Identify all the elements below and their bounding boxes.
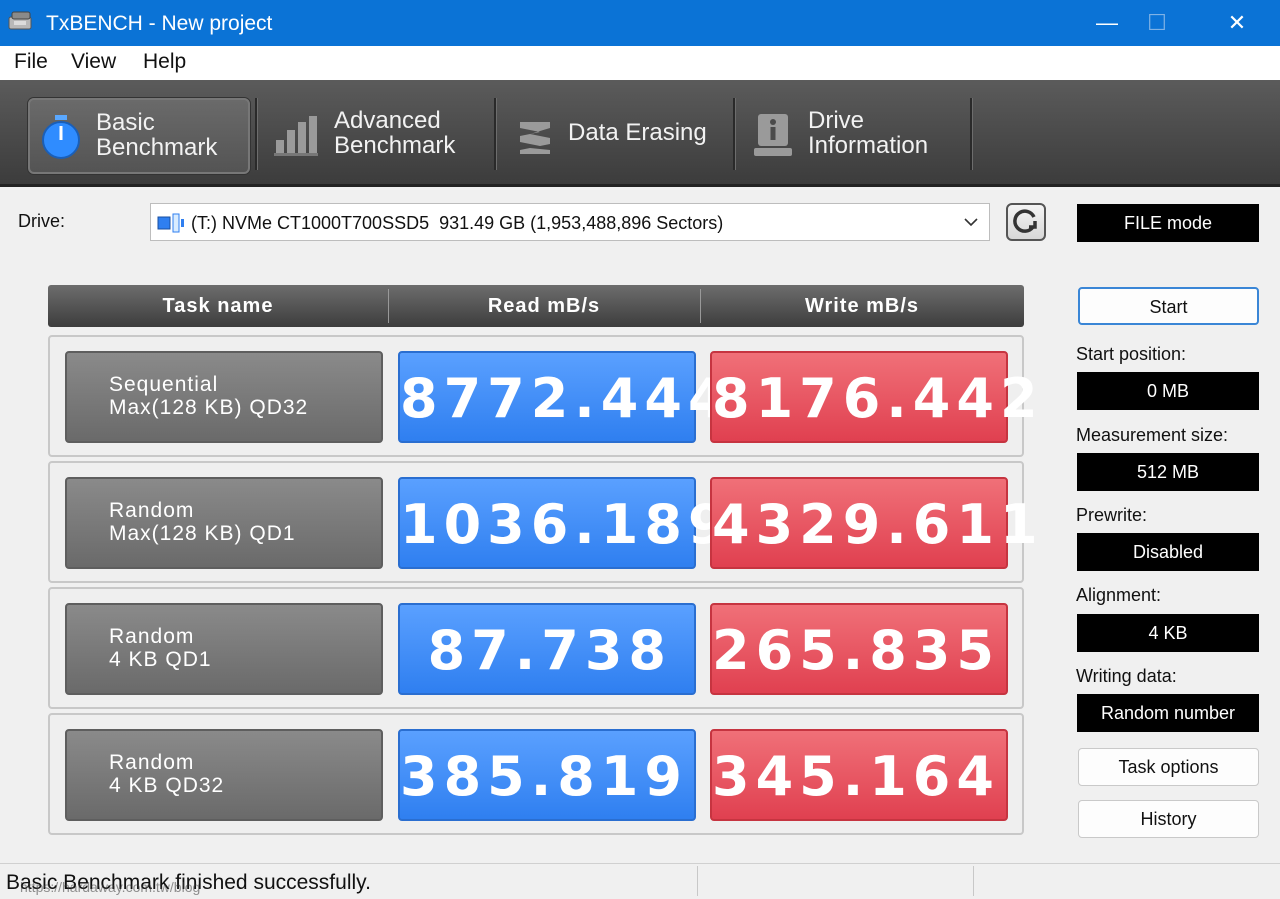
header-write: Write mB/s: [804, 295, 920, 317]
write-result: 8176.442: [710, 351, 1038, 443]
write-result: 265.835: [710, 603, 1008, 695]
menu-file[interactable]: File: [14, 50, 48, 74]
menu-help[interactable]: Help: [143, 50, 186, 74]
tab-basic-benchmark-label: Basic Benchmark: [96, 109, 218, 161]
table-row: Random 4 KB QD1 87.738 265.835: [48, 587, 1024, 709]
writing-data-label: Writing data:: [1076, 666, 1177, 686]
menu-view[interactable]: View: [71, 50, 116, 74]
status-separator: [973, 866, 974, 896]
tab-drive-information-label: Drive Information: [808, 107, 929, 159]
start-button[interactable]: Start: [1078, 287, 1259, 325]
toolbar-separator: [970, 98, 973, 170]
start-position-value[interactable]: 0 MB: [1077, 372, 1259, 410]
toolbar-separator: [494, 98, 497, 170]
drive-label: Drive:: [18, 211, 66, 231]
writing-data-value[interactable]: Random number: [1077, 694, 1259, 732]
tab-basic-benchmark[interactable]: Basic Benchmark: [28, 98, 250, 174]
chevron-down-icon: [964, 218, 978, 227]
alignment-label: Alignment:: [1076, 585, 1162, 605]
task-button-random-4k-qd1[interactable]: Random 4 KB QD1: [65, 603, 383, 695]
read-result: 1036.189: [398, 477, 726, 569]
table-row: Random 4 KB QD32 385.819 345.164: [48, 713, 1024, 835]
toolbar-separator: [733, 98, 736, 170]
drive-select-value: (T:) NVMe CT1000T700SSD5 931.49 GB (1,95…: [191, 213, 724, 233]
task-label: Random Max(128 KB) QD1: [109, 499, 296, 545]
table-row: Sequential Max(128 KB) QD32 8772.444 817…: [48, 335, 1038, 457]
watermark-text: https://hardaway.com.tw/blog: [20, 879, 201, 895]
measurement-size-value[interactable]: 512 MB: [1077, 453, 1259, 491]
header-read: Read mB/s: [487, 295, 601, 317]
stopwatch-icon: [42, 115, 80, 159]
prewrite-label: Prewrite:: [1076, 505, 1148, 525]
close-button[interactable]: ✕: [1202, 0, 1272, 46]
start-position-label: Start position:: [1076, 344, 1187, 364]
tab-advanced-benchmark[interactable]: Advanced Benchmark: [262, 98, 492, 170]
main-panel: Drive: (T:) NVMe CT1000T700SSD5 931.49 G…: [0, 187, 1280, 863]
window-title: TxBENCH - New project: [46, 12, 273, 35]
tab-drive-information[interactable]: Drive Information: [740, 98, 968, 170]
task-options-button[interactable]: Task options: [1078, 748, 1259, 786]
toolbar-separator: [255, 98, 258, 170]
header-task-name: Task name: [162, 295, 274, 317]
tab-data-erasing-label: Data Erasing: [568, 119, 707, 146]
task-button-sequential-qd32[interactable]: Sequential Max(128 KB) QD32: [65, 351, 383, 443]
task-label: Random 4 KB QD32: [109, 751, 225, 797]
mode-display: FILE mode: [1077, 204, 1259, 242]
maximize-button[interactable]: ☐: [1122, 0, 1192, 46]
status-separator: [697, 866, 698, 896]
refresh-icon: [1013, 209, 1037, 233]
measurement-size-label: Measurement size:: [1076, 425, 1229, 445]
table-row: Random Max(128 KB) QD1 1036.189 4329.611: [48, 461, 1038, 583]
table-header: Task name Read mB/s Write mB/s: [48, 285, 1024, 327]
task-label: Random 4 KB QD1: [109, 625, 212, 671]
read-result: 385.819: [398, 729, 696, 821]
task-label: Sequential Max(128 KB) QD32: [109, 373, 309, 419]
drive-select[interactable]: (T:) NVMe CT1000T700SSD5 931.49 GB (1,95…: [150, 203, 990, 241]
read-result: 8772.444: [398, 351, 726, 443]
bar-chart-icon: [274, 116, 318, 156]
write-result: 345.164: [710, 729, 1008, 821]
write-result: 4329.611: [710, 477, 1038, 569]
eraser-icon: [520, 122, 550, 154]
task-button-random-128k-qd1[interactable]: Random Max(128 KB) QD1: [65, 477, 383, 569]
title-bar: TxBENCH - New project — ☐ ✕: [0, 0, 1280, 46]
tab-advanced-benchmark-label: Advanced Benchmark: [334, 107, 456, 159]
read-result: 87.738: [398, 603, 696, 695]
task-button-random-4k-qd32[interactable]: Random 4 KB QD32: [65, 729, 383, 821]
app-icon: [8, 11, 32, 30]
alignment-value[interactable]: 4 KB: [1077, 614, 1259, 652]
drive-info-icon: [754, 114, 792, 156]
prewrite-value[interactable]: Disabled: [1077, 533, 1259, 571]
menu-bar: File View Help: [0, 46, 1280, 80]
refresh-button[interactable]: [1006, 203, 1046, 241]
status-bar: Basic Benchmark finished successfully. h…: [0, 863, 1280, 899]
nvme-drive-icon: [157, 213, 184, 233]
toolbar: Basic Benchmark Advanced Benchmark Data …: [0, 80, 1280, 187]
history-button[interactable]: History: [1078, 800, 1259, 838]
tab-data-erasing[interactable]: Data Erasing: [500, 98, 730, 170]
